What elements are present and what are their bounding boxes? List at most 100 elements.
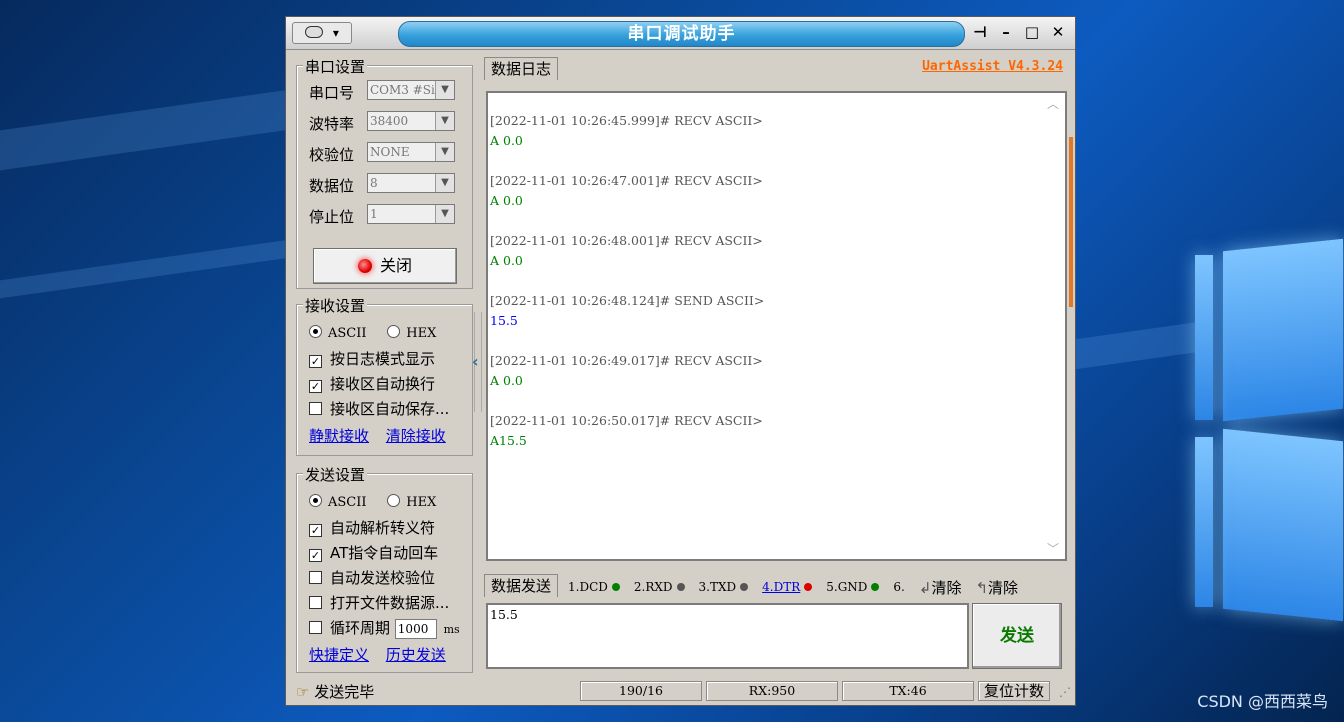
clear-arrow-icon: ↲ bbox=[918, 578, 932, 597]
scrollbar[interactable] bbox=[1069, 137, 1073, 307]
parity-label: 校验位 bbox=[309, 146, 355, 164]
checkbox-checked-icon: ✓ bbox=[309, 380, 322, 393]
scroll-down-icon[interactable]: ﹀ bbox=[1047, 540, 1059, 557]
send-button[interactable]: 发送 bbox=[972, 603, 1062, 669]
stopbits-label: 停止位 bbox=[309, 208, 355, 226]
log-entry-body: 15.5 bbox=[490, 313, 518, 328]
tab-data-send[interactable]: 数据发送 bbox=[484, 574, 559, 597]
receive-log[interactable]: [2022-11-01 10:26:45.999]# RECV ASCII> A … bbox=[486, 91, 1067, 561]
log-entry-header: [2022-11-01 10:26:50.017]# RECV ASCII> bbox=[490, 413, 763, 428]
clear-counter-button[interactable]: ↰清除 bbox=[975, 577, 1018, 598]
cycle-unit: ms bbox=[443, 623, 460, 636]
shortcut-link[interactable]: 快捷定义 bbox=[309, 646, 369, 664]
parity-select[interactable]: NONE ▼ bbox=[367, 142, 455, 162]
status-bar: ☞ 发送完毕 190/16 RX:950 TX:46 复位计数 ⋰ bbox=[286, 677, 1075, 705]
log-entry-header: [2022-11-01 10:26:49.017]# RECV ASCII> bbox=[490, 353, 763, 368]
signal-indicator: 6. bbox=[893, 580, 905, 594]
log-entry: [2022-11-01 10:26:48.124]# SEND ASCII> 15… bbox=[490, 291, 1065, 331]
signal-led-icon bbox=[871, 583, 880, 591]
chevron-down-icon: ▼ bbox=[435, 143, 454, 161]
serial-settings-group: 串口设置 串口号 COM3 #Si] ▼ 波特率 38400 ▼ 校验位 NONE ▼… bbox=[296, 56, 473, 289]
tx-readout: TX:46 bbox=[842, 681, 974, 701]
receive-log-mode-checkbox[interactable]: ✓ 按日志模式显示 bbox=[309, 348, 435, 369]
resize-grip-icon[interactable]: ⋰ bbox=[1059, 685, 1071, 699]
cycle-input[interactable]: 1000 bbox=[394, 619, 437, 639]
clear-arrow-icon: ↰ bbox=[975, 578, 989, 597]
log-entry-header: [2022-11-01 10:26:47.001]# RECV ASCII> bbox=[490, 173, 763, 188]
scroll-up-icon[interactable]: ︿ bbox=[1047, 95, 1059, 112]
app-window: ▾ 串口调试助手 ⊣ – □ ✕ 串口设置 串口号 COM3 #Si] ▼ 波特率… bbox=[285, 16, 1076, 706]
send-at-checkbox[interactable]: ✓ AT指令自动回车 bbox=[309, 542, 438, 563]
log-entry-body: A 0.0 bbox=[490, 193, 523, 208]
stopbits-select[interactable]: 1 ▼ bbox=[367, 204, 455, 224]
tab-data-log[interactable]: 数据日志 bbox=[484, 57, 559, 80]
signal-indicator: 2.RXD bbox=[634, 580, 685, 594]
signal-led-icon bbox=[676, 583, 685, 591]
signal-led-icon bbox=[740, 583, 749, 591]
mute-receive-link[interactable]: 静默接收 bbox=[309, 427, 369, 445]
send-ascii-radio[interactable]: ASCII bbox=[309, 492, 367, 510]
checkbox-unchecked-icon bbox=[309, 596, 322, 609]
signal-strip: 1.DCD 2.RXD 3.TXD 4.DTR 5.GND 6. ↲清除 ↰清除 bbox=[568, 574, 1018, 600]
checkbox-checked-icon: ✓ bbox=[309, 549, 322, 562]
log-entry-header: [2022-11-01 10:26:45.999]# RECV ASCII> bbox=[490, 113, 763, 128]
maximize-button[interactable]: □ bbox=[1021, 22, 1043, 42]
log-entry: [2022-11-01 10:26:47.001]# RECV ASCII> A … bbox=[490, 171, 1065, 211]
log-entry: [2022-11-01 10:26:49.017]# RECV ASCII> A … bbox=[490, 351, 1065, 391]
window-title: 串口调试助手 bbox=[398, 21, 965, 47]
chevron-down-icon: ▼ bbox=[435, 81, 454, 99]
reset-counter-button[interactable]: 复位计数 bbox=[978, 681, 1050, 701]
signal-led-icon bbox=[611, 583, 620, 591]
receive-hex-radio[interactable]: HEX bbox=[387, 323, 436, 341]
clear-send-button[interactable]: ↲清除 bbox=[919, 577, 962, 598]
databits-select[interactable]: 8 ▼ bbox=[367, 173, 455, 193]
app-menu-button[interactable]: ▾ bbox=[292, 22, 352, 44]
log-entry-body: A 0.0 bbox=[490, 253, 523, 268]
signal-indicator: 3.TXD bbox=[699, 580, 749, 594]
status-message: ☞ 发送完毕 bbox=[296, 683, 375, 701]
send-settings-group: 发送设置 ASCII HEX ✓ 自动解析转义符 ✓ AT指令自动回车 自动发送校验… bbox=[296, 464, 473, 673]
menu-caret-icon: ▾ bbox=[332, 26, 339, 40]
brand-link[interactable]: UartAssist V4.3.24 bbox=[922, 59, 1063, 74]
radio-on-icon bbox=[309, 494, 322, 507]
rx-readout: RX:950 bbox=[706, 681, 838, 701]
send-cycle-checkbox[interactable]: 循环周期 bbox=[309, 619, 390, 637]
log-entry: [2022-11-01 10:26:50.017]# RECV ASCII> A1… bbox=[490, 411, 1065, 451]
log-entry-header: [2022-11-01 10:26:48.124]# SEND ASCII> bbox=[490, 293, 765, 308]
send-escape-checkbox[interactable]: ✓ 自动解析转义符 bbox=[309, 517, 435, 538]
receive-ascii-radio[interactable]: ASCII bbox=[309, 323, 367, 341]
send-checksum-checkbox[interactable]: 自动发送校验位 bbox=[309, 567, 435, 588]
send-file-checkbox[interactable]: 打开文件数据源... bbox=[309, 592, 449, 613]
title-bar[interactable]: ▾ 串口调试助手 ⊣ – □ ✕ bbox=[286, 17, 1075, 50]
databits-label: 数据位 bbox=[309, 177, 355, 195]
status-led-icon bbox=[357, 259, 372, 273]
checkbox-checked-icon: ✓ bbox=[309, 355, 322, 368]
emblem-icon bbox=[305, 26, 324, 38]
signal-indicator: 1.DCD bbox=[568, 580, 620, 594]
history-link[interactable]: 历史发送 bbox=[386, 646, 446, 664]
receive-autosave-checkbox[interactable]: 接收区自动保存... bbox=[309, 398, 449, 419]
port-label: 串口号 bbox=[309, 84, 355, 102]
collapse-panel-icon[interactable]: ‹ bbox=[472, 352, 479, 371]
log-entry: [2022-11-01 10:26:45.999]# RECV ASCII> A … bbox=[490, 111, 1065, 151]
port-select[interactable]: COM3 #Si] ▼ bbox=[367, 80, 455, 100]
counter-readout: 190/16 bbox=[580, 681, 702, 701]
chevron-down-icon: ▼ bbox=[435, 174, 454, 192]
receive-wrap-checkbox[interactable]: ✓ 接收区自动换行 bbox=[309, 373, 435, 394]
signal-indicator: 5.GND bbox=[826, 580, 880, 594]
minimize-button[interactable]: – bbox=[995, 22, 1017, 42]
close-window-button[interactable]: ✕ bbox=[1047, 22, 1069, 42]
baud-select[interactable]: 38400 ▼ bbox=[367, 111, 455, 131]
log-entry-body: A 0.0 bbox=[490, 373, 523, 388]
signal-indicator[interactable]: 4.DTR bbox=[762, 580, 813, 594]
radio-on-icon bbox=[309, 325, 322, 338]
pin-icon[interactable]: ⊣ bbox=[969, 22, 991, 42]
signal-led-icon bbox=[804, 583, 813, 591]
checkbox-checked-icon: ✓ bbox=[309, 524, 322, 537]
log-entry: [2022-11-01 10:26:48.001]# RECV ASCII> A … bbox=[490, 231, 1065, 271]
send-input[interactable]: 15.5 bbox=[486, 603, 969, 669]
clear-receive-link[interactable]: 清除接收 bbox=[386, 427, 446, 445]
send-hex-radio[interactable]: HEX bbox=[387, 492, 436, 510]
log-entry-body: A15.5 bbox=[490, 433, 527, 448]
close-port-button[interactable]: 关闭 bbox=[313, 248, 457, 284]
